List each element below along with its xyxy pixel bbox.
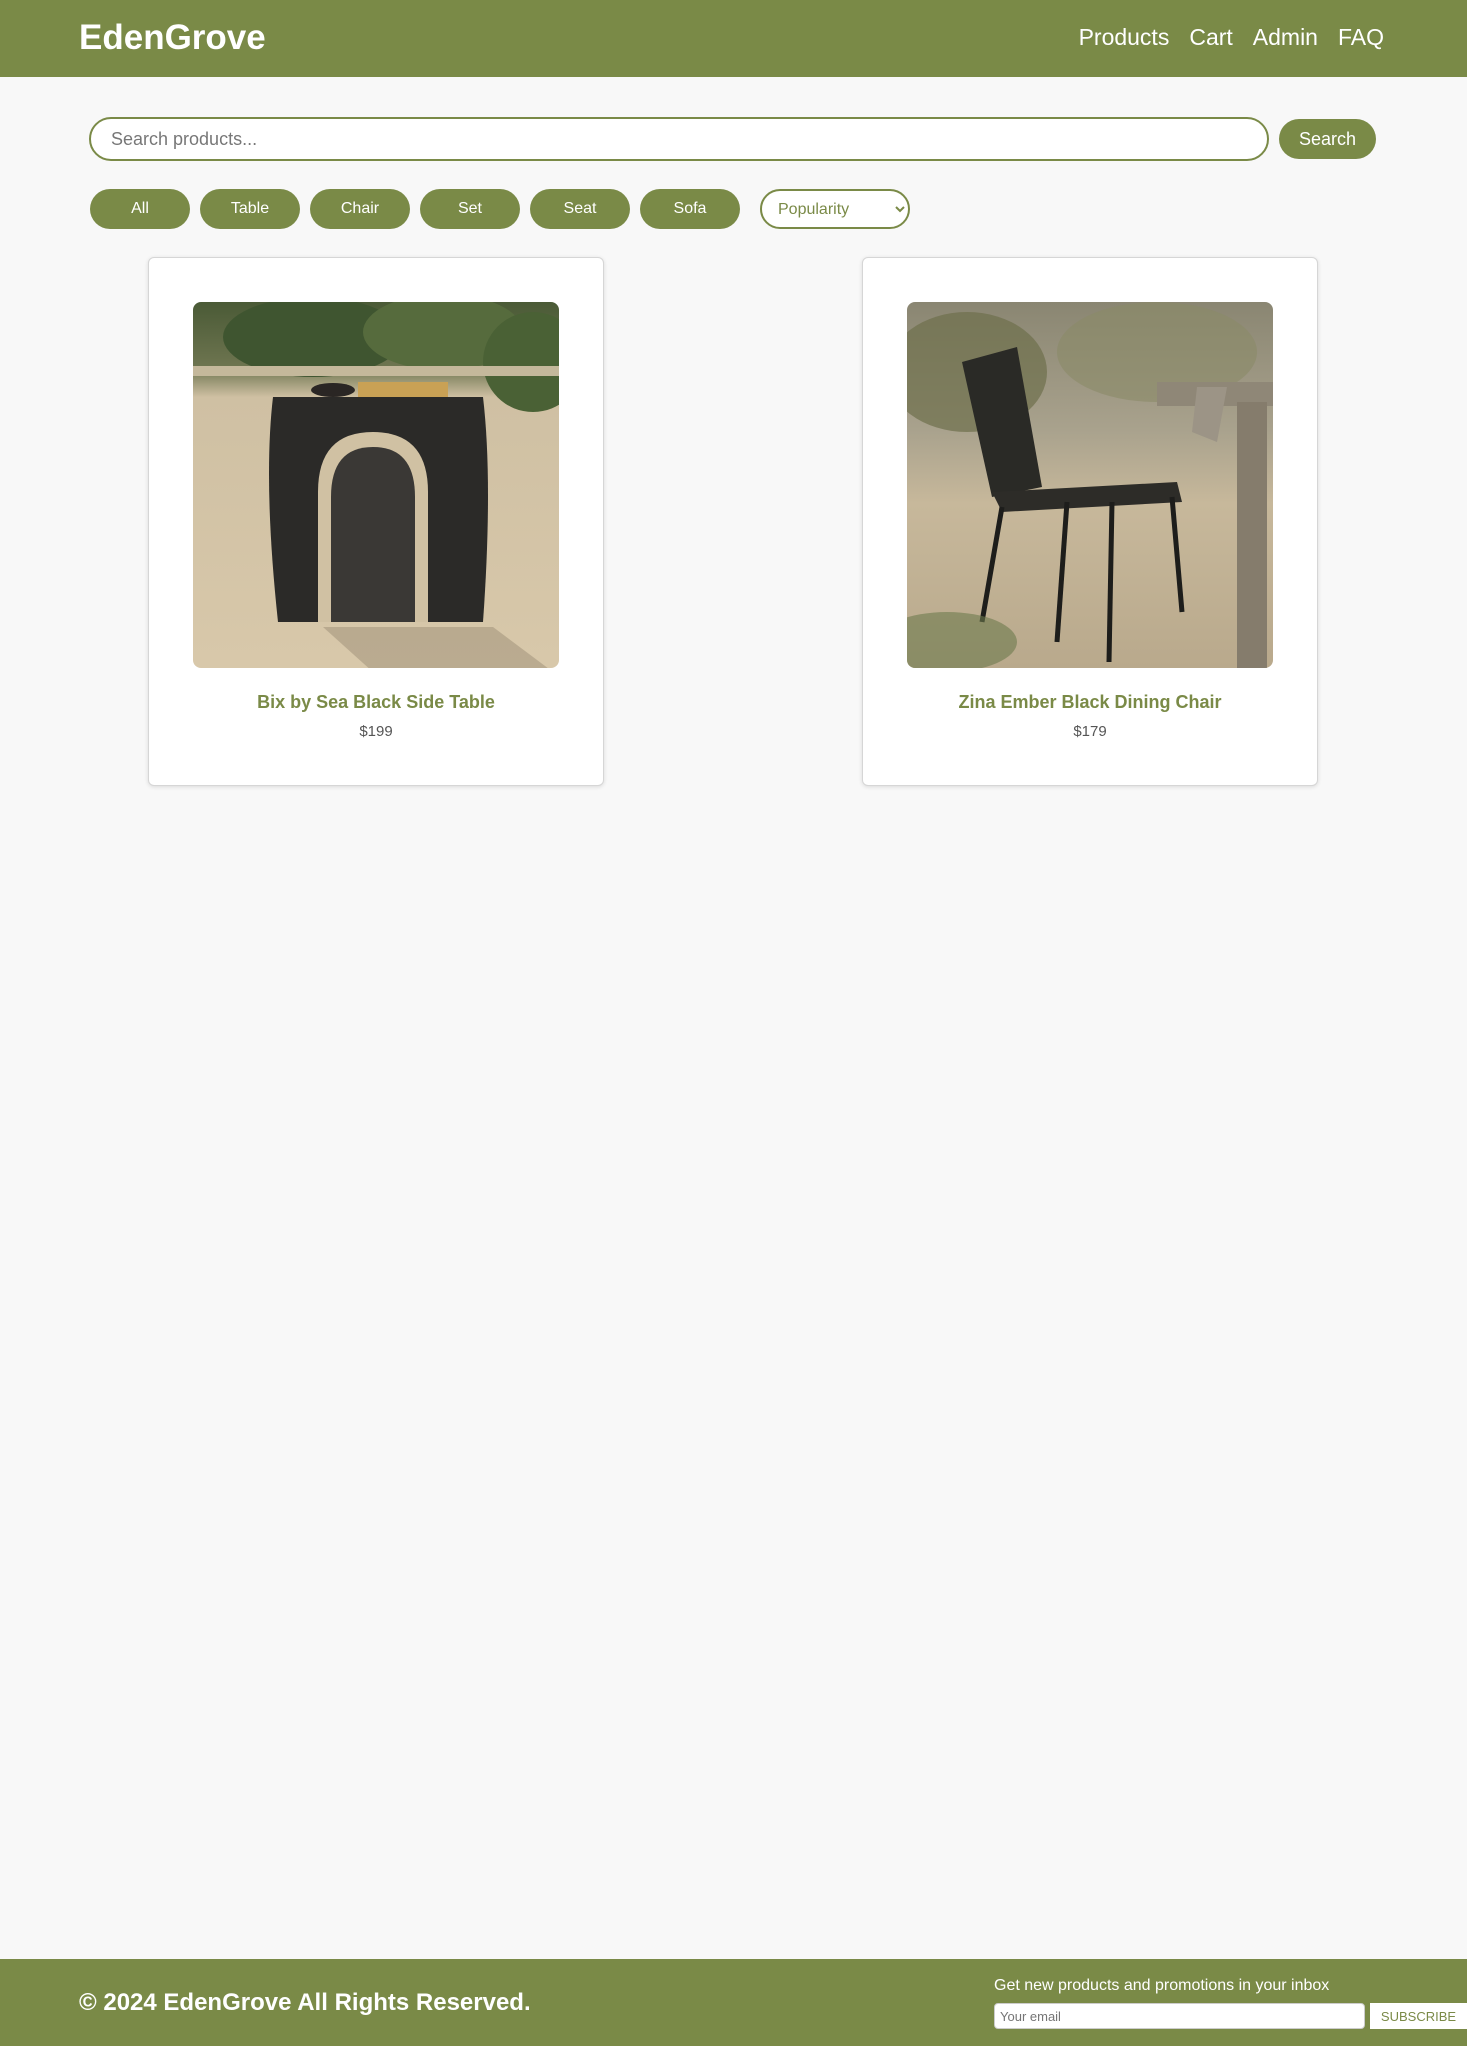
sort-select[interactable]: Popularity [760,189,910,229]
newsletter-label: Get new products and promotions in your … [994,1977,1330,1994]
site-footer: © 2024 EdenGrove All Rights Reserved. Ge… [0,1959,1467,2046]
nav-link-admin[interactable]: Admin [1253,24,1318,51]
filter-set-button[interactable]: Set [420,189,520,229]
filter-chair-button[interactable]: Chair [310,189,410,229]
product-card[interactable]: Bix by Sea Black Side Table $199 [148,257,604,786]
product-image-dining-chair[interactable] [907,302,1273,668]
product-image-side-table[interactable] [193,302,559,668]
nav-link-cart[interactable]: Cart [1189,24,1232,51]
product-card[interactable]: Zina Ember Black Dining Chair $179 [862,257,1318,786]
search-button[interactable]: Search [1279,119,1376,159]
subscribe-button[interactable]: SUBSCRIBE [1370,2003,1467,2029]
filter-sofa-button[interactable]: Sofa [640,189,740,229]
filter-table-button[interactable]: Table [200,189,300,229]
site-header: EdenGrove Products Cart Admin FAQ [0,0,1467,77]
filter-all-button[interactable]: All [90,189,190,229]
product-price: $199 [359,723,393,740]
main-nav: Products Cart Admin FAQ [1079,24,1384,51]
product-name[interactable]: Bix by Sea Black Side Table [149,692,603,713]
product-price: $179 [1073,723,1107,740]
newsletter-email-input[interactable] [994,2003,1365,2029]
brand-logo[interactable]: EdenGrove [79,18,266,58]
nav-link-products[interactable]: Products [1079,24,1170,51]
product-name[interactable]: Zina Ember Black Dining Chair [863,692,1317,713]
nav-link-faq[interactable]: FAQ [1338,24,1384,51]
filter-seat-button[interactable]: Seat [530,189,630,229]
copyright-text: © 2024 EdenGrove All Rights Reserved. [79,1989,531,2016]
category-filters: All Table Chair Set Seat Sofa [90,189,740,229]
search-input[interactable] [89,117,1269,161]
